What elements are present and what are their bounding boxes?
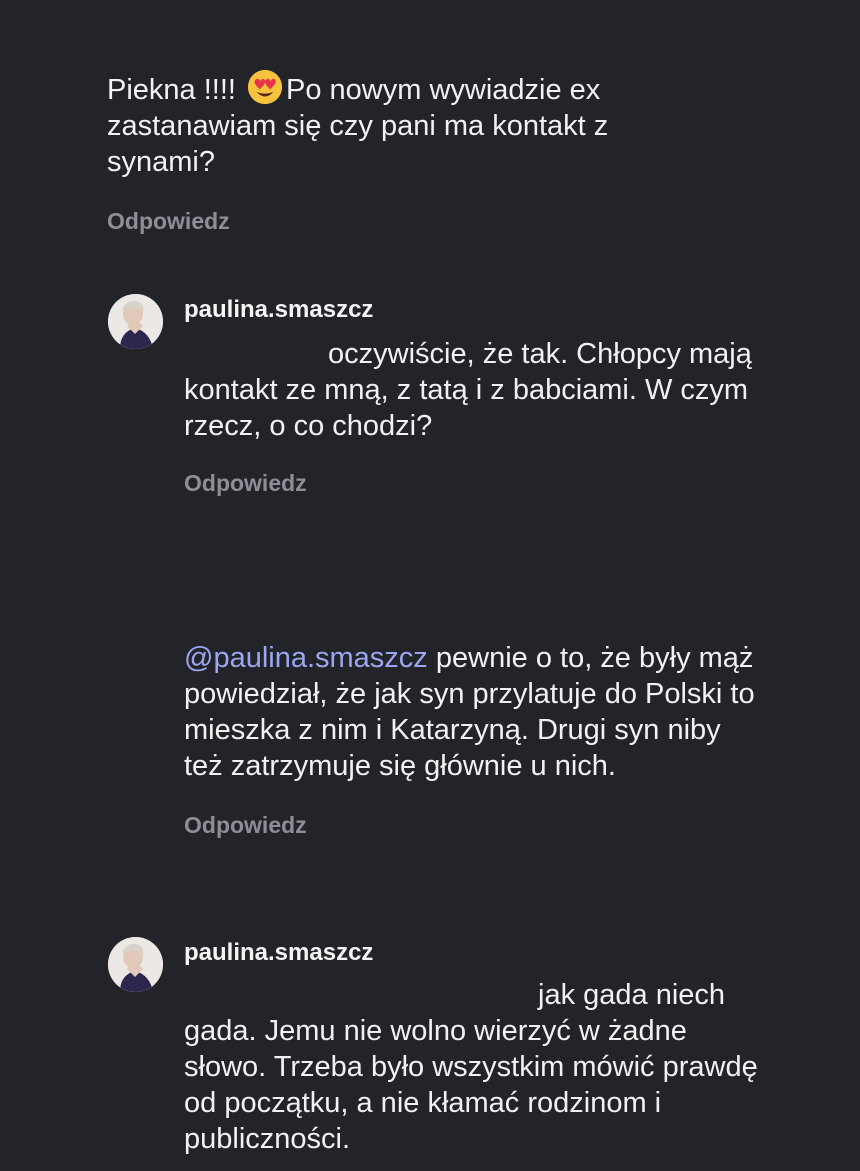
profile-photo bbox=[108, 294, 163, 349]
mention-link[interactable]: @paulina.smaszcz bbox=[184, 642, 428, 674]
comment-2: oczywiście, że tak. Chłopcy mają kontakt… bbox=[184, 336, 784, 497]
comment-2-text: oczywiście, że tak. Chłopcy mają kontakt… bbox=[184, 336, 764, 444]
comment-3-text: @paulina.smaszcz pewnie o to, że były mą… bbox=[184, 640, 764, 784]
reply-button-2[interactable]: Odpowiedz bbox=[184, 470, 307, 497]
reply-button-3[interactable]: Odpowiedz bbox=[184, 812, 307, 839]
comment-4-body: jak gada niech gada. Jemu nie wolno wier… bbox=[184, 979, 758, 1155]
reply-button-1[interactable]: Odpowiedz bbox=[107, 208, 230, 235]
comment-1-text-start: Piekna !!!! bbox=[107, 74, 245, 106]
comment-1-text: Piekna !!!! Po nowym wywiadzie ex zastan… bbox=[107, 68, 707, 180]
comment-2-username[interactable]: paulina.smaszcz bbox=[184, 296, 373, 324]
comment-4-username[interactable]: paulina.smaszcz bbox=[184, 939, 373, 967]
comment-3: @paulina.smaszcz pewnie o to, że były mą… bbox=[184, 640, 784, 839]
avatar[interactable] bbox=[108, 294, 163, 349]
comment-1: Piekna !!!! Po nowym wywiadzie ex zastan… bbox=[107, 68, 707, 235]
comment-4: jak gada niech gada. Jemu nie wolno wier… bbox=[184, 977, 784, 1157]
comment-4-text: jak gada niech gada. Jemu nie wolno wier… bbox=[184, 977, 764, 1157]
avatar[interactable] bbox=[108, 937, 163, 992]
profile-photo bbox=[108, 937, 163, 992]
comment-2-body: oczywiście, że tak. Chłopcy mają kontakt… bbox=[184, 338, 752, 442]
heart-eyes-emoji-icon bbox=[247, 69, 283, 105]
